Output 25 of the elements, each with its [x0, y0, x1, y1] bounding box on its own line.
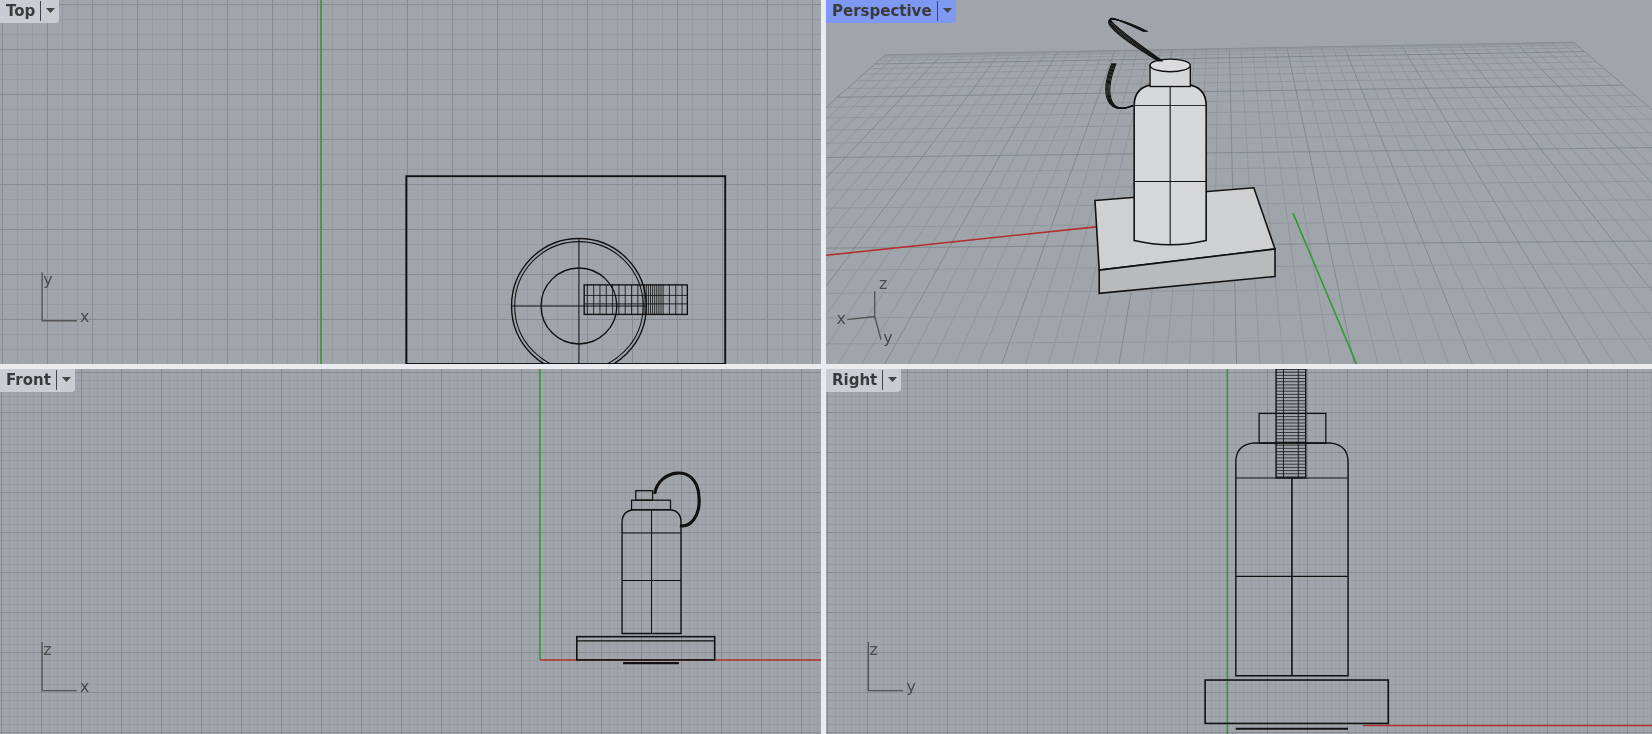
axis-icon: [846, 290, 882, 341]
axis-label: x: [836, 308, 846, 328]
axis-label: z: [869, 639, 878, 659]
viewport[interactable]: Right z y: [826, 369, 1652, 734]
viewport[interactable]: Top y x: [0, 0, 821, 364]
caret-icon: [61, 377, 71, 383]
axis-icon: [41, 641, 78, 692]
viewport-tab[interactable]: Front: [0, 369, 75, 392]
viewport-tab[interactable]: Right: [826, 369, 902, 392]
axis-label: z: [43, 639, 52, 659]
caret-icon: [46, 8, 56, 14]
axis-icon: [41, 271, 78, 322]
axis-label: z: [878, 274, 888, 294]
axis-label: y: [906, 676, 916, 696]
axis-label: y: [883, 327, 893, 347]
caret-icon: [888, 377, 898, 383]
axis-label: x: [80, 306, 90, 326]
viewport-tab[interactable]: Perspective: [826, 0, 956, 23]
axis-label: y: [43, 269, 53, 289]
viewport[interactable]: Perspective z x y: [826, 0, 1652, 364]
viewport[interactable]: Front z x: [0, 369, 821, 734]
axis-icon: [867, 641, 904, 692]
caret-icon: [942, 8, 952, 14]
axis-label: x: [80, 676, 90, 696]
viewport-tab[interactable]: Top: [0, 0, 60, 23]
